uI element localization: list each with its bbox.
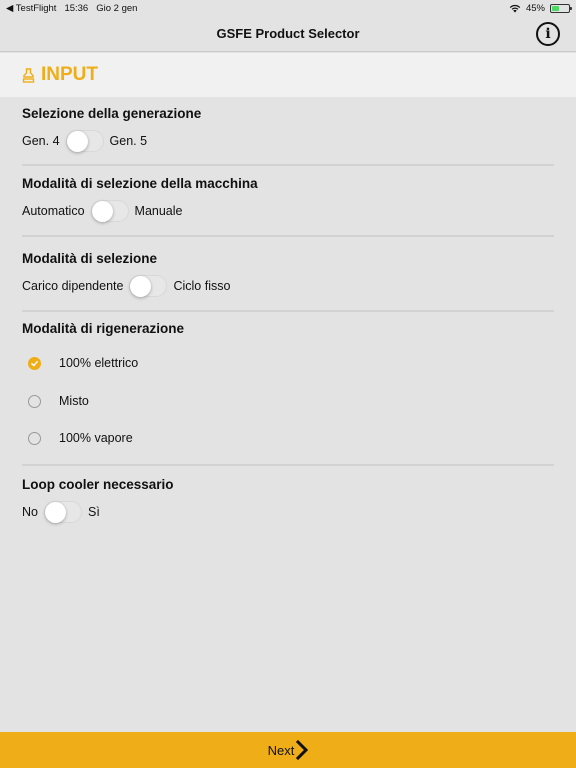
machine-mode-left-label: Automatico <box>22 204 85 218</box>
regeneration-group: Modalità di rigenerazione 100% elettrico… <box>22 321 554 451</box>
switch-knob <box>66 131 88 152</box>
back-arrow-icon: ◀ <box>6 2 14 14</box>
switch-knob <box>130 276 152 297</box>
selection-mode-title: Modalità di selezione <box>22 251 158 266</box>
radio-label: Misto <box>59 394 89 408</box>
radio-unchecked-icon <box>28 394 41 408</box>
next-label: Next <box>267 742 295 758</box>
info-button[interactable]: i <box>536 22 560 46</box>
loop-cooler-left-label: No <box>22 505 38 519</box>
radio-checked-icon <box>28 356 41 370</box>
chevron-right-icon <box>296 740 309 760</box>
radio-label: 100% vapore <box>59 431 133 445</box>
status-time: 15:36 <box>64 2 89 14</box>
nav-bar: GSFE Product Selector i <box>0 16 576 52</box>
radio-option-mixed[interactable]: Misto <box>28 394 89 408</box>
screen: ◀ TestFlight 15:36 Gio 2 gen 45% GSFE Pr… <box>0 0 576 768</box>
input-icon <box>22 67 35 83</box>
radio-option-steam[interactable]: 100% vapore <box>28 431 133 445</box>
selection-mode-switch[interactable] <box>129 275 168 297</box>
section-header: INPUT <box>0 53 576 97</box>
status-date: Gio 2 gen <box>96 2 138 14</box>
radio-option-electric[interactable]: 100% elettrico <box>28 356 138 370</box>
loop-cooler-switch[interactable] <box>43 501 82 523</box>
back-to-app-link[interactable]: ◀ TestFlight <box>6 3 56 14</box>
generation-title: Selezione della generazione <box>22 106 202 121</box>
info-icon: i <box>545 26 551 42</box>
selection-mode-right-label: Ciclo fisso <box>173 279 231 293</box>
generation-right-label: Gen. 5 <box>109 134 148 148</box>
divider <box>22 310 554 312</box>
divider <box>22 235 554 237</box>
nav-title: GSFE Product Selector <box>216 26 360 41</box>
battery-percent: 45% <box>525 2 545 14</box>
divider <box>22 464 554 466</box>
radio-label: 100% elettrico <box>59 356 139 370</box>
machine-mode-group: Modalità di selezione della macchina Aut… <box>22 176 554 222</box>
battery-fill <box>552 5 560 11</box>
generation-left-label: Gen. 4 <box>22 134 60 148</box>
loop-cooler-right-label: Sì <box>87 505 100 519</box>
back-app-label: TestFlight <box>15 2 57 14</box>
switch-knob <box>44 502 66 523</box>
machine-mode-right-label: Manuale <box>134 204 183 218</box>
divider <box>22 164 554 166</box>
generation-switch[interactable] <box>65 130 104 152</box>
selection-mode-group: Modalità di selezione Carico dipendente … <box>22 251 554 297</box>
wifi-icon <box>509 4 521 12</box>
switch-knob <box>91 201 113 222</box>
loop-cooler-group: Loop cooler necessario No Sì <box>22 477 554 523</box>
battery-icon <box>550 3 572 13</box>
machine-mode-title: Modalità di selezione della macchina <box>22 176 258 191</box>
regeneration-title: Modalità di rigenerazione <box>22 321 185 336</box>
status-bar: ◀ TestFlight 15:36 Gio 2 gen 45% <box>0 0 576 16</box>
section-title: INPUT <box>41 64 98 85</box>
next-button[interactable]: Next <box>0 732 576 768</box>
selection-mode-left-label: Carico dipendente <box>22 279 124 293</box>
generation-group: Selezione della generazione Gen. 4 Gen. … <box>22 106 554 152</box>
loop-cooler-title: Loop cooler necessario <box>22 477 174 492</box>
machine-mode-switch[interactable] <box>90 200 129 222</box>
radio-unchecked-icon <box>28 431 41 445</box>
